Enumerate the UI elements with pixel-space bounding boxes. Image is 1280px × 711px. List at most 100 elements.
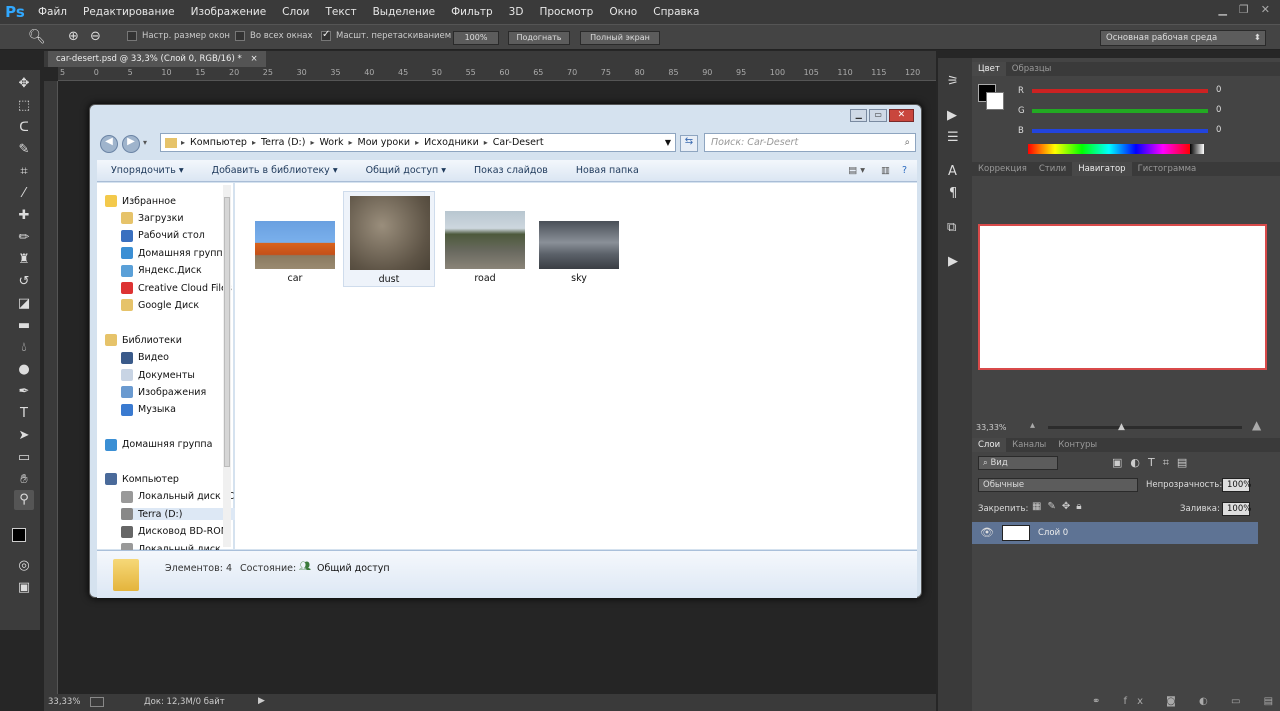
nav-item[interactable]: Видео (121, 351, 237, 364)
maximize-button[interactable]: ▭ (869, 109, 887, 122)
history-brush-icon[interactable]: ↺ (14, 272, 34, 292)
menu-item-6[interactable]: Фильтр (443, 0, 501, 24)
menu-item-8[interactable]: Просмотр (531, 0, 601, 24)
nav-item[interactable]: Локальный диск (C:) (121, 490, 237, 503)
dodge-tool-icon[interactable]: ● (14, 360, 34, 380)
zoom-tool-icon[interactable]: ⚲ (14, 490, 34, 510)
minimize-icon[interactable]: ▁ (1218, 3, 1226, 16)
minimize-button[interactable]: ▁ (850, 109, 868, 122)
nav-item[interactable]: Библиотеки (105, 334, 221, 347)
channel-slider[interactable] (1032, 89, 1208, 93)
share-icon[interactable] (90, 697, 104, 707)
visibility-eye-icon[interactable]: 👁︎ (980, 526, 994, 539)
marquee-tool-icon[interactable]: ⬚ (14, 96, 34, 116)
channel-value[interactable]: 0 (1212, 104, 1240, 118)
search-input[interactable]: Поиск: Car-Desert ⌕ (704, 133, 916, 152)
document-tab[interactable]: car-desert.psd @ 33,3% (Слой 0, RGB/16) … (48, 51, 266, 67)
quick-mask-icon[interactable]: ◎ (14, 556, 34, 576)
bg-color-swatch[interactable] (986, 92, 1004, 110)
tab-layers[interactable]: Слои (972, 438, 1007, 452)
actions-icon[interactable]: ▶ (947, 108, 957, 123)
menu-item-7[interactable]: 3D (501, 0, 532, 24)
paragraph-icon[interactable]: ¶ (949, 186, 957, 201)
back-button[interactable]: ◀ (100, 135, 118, 153)
address-dropdown-icon[interactable]: ▼ (661, 138, 675, 147)
nav-item[interactable]: Creative Cloud Files (121, 282, 237, 294)
navigator-preview[interactable] (978, 224, 1267, 370)
breadcrumb-item[interactable]: Work (314, 137, 348, 148)
tab-navigator[interactable]: Навигатор (1072, 162, 1132, 176)
nav-scrollbar[interactable] (223, 185, 231, 547)
blur-tool-icon[interactable]: 💧︎ (14, 338, 34, 358)
navigator-zoom-slider[interactable] (1048, 426, 1242, 429)
tab-styles[interactable]: Стили (1033, 162, 1072, 176)
eraser-tool-icon[interactable]: ◪ (14, 294, 34, 314)
menu-item-9[interactable]: Окно (601, 0, 645, 24)
character-icon[interactable]: A (948, 164, 957, 179)
navigator-slider-thumb-icon[interactable]: ▲ (1118, 422, 1125, 432)
nav-item[interactable]: Домашняя группа (121, 247, 237, 260)
nav-item[interactable]: Документы (121, 369, 237, 381)
breadcrumb-item[interactable]: Компьютер (185, 137, 252, 148)
stamp-tool-icon[interactable]: ♜ (14, 250, 34, 270)
file-item[interactable]: road (439, 191, 531, 287)
zoom-level[interactable]: 33,33% (48, 697, 80, 707)
nav-item[interactable]: Избранное (105, 195, 221, 207)
lasso-tool-icon[interactable]: ᑕ (14, 118, 34, 138)
layer-actions-icons[interactable]: ⚭ fx ◙ ◐ ▭ ▤ 🗑︎ (1092, 696, 1280, 707)
menu-item-2[interactable]: Изображение (183, 0, 275, 24)
recent-pages-icon[interactable]: ▾ (143, 138, 147, 147)
nav-item[interactable]: Рабочий стол (121, 229, 237, 242)
quick-select-tool-icon[interactable]: ✎ (14, 140, 34, 160)
command-button[interactable]: Новая папка (562, 165, 653, 176)
layer-filter-select[interactable]: ⌕ Вид (978, 456, 1058, 470)
shape-tool-icon[interactable]: ▭ (14, 448, 34, 468)
nav-item[interactable]: Музыка (121, 403, 237, 416)
zoom-in-small-icon[interactable]: ▲ (1252, 418, 1261, 432)
nav-item[interactable]: Google Диск (121, 299, 237, 312)
play-icon[interactable]: ▶ (948, 254, 958, 269)
zoom-100-button[interactable]: 100% (453, 31, 499, 45)
close-tab-icon[interactable]: × (250, 54, 257, 64)
resize-windows-checkbox[interactable]: Настр. размер окон (127, 31, 230, 41)
lock-icons[interactable]: ▦✎✥🔒︎ (1032, 501, 1088, 512)
channel-value[interactable]: 0 (1212, 124, 1240, 138)
close-icon[interactable]: ✕ (1261, 3, 1270, 16)
adjust-icon[interactable]: ☰ (947, 130, 959, 145)
command-button[interactable]: Показ слайдов (460, 165, 562, 176)
fill-field[interactable]: 100% (1222, 502, 1251, 516)
menu-item-10[interactable]: Справка (645, 0, 707, 24)
history-icon[interactable]: ⚞ (947, 74, 959, 89)
command-button[interactable]: Упорядочить ▾ (97, 165, 198, 176)
nav-item[interactable]: Загрузки (121, 212, 237, 225)
breadcrumb-item[interactable]: Car-Desert (488, 137, 549, 148)
screen-mode-icon[interactable]: ▣ (14, 578, 34, 598)
navigator-zoom[interactable]: 33,33% (976, 423, 1007, 432)
healing-brush-icon[interactable]: ✚ (14, 206, 34, 226)
full-screen-button[interactable]: Полный экран (580, 31, 660, 45)
tab-color[interactable]: Цвет (972, 62, 1006, 76)
menu-item-0[interactable]: Файл (30, 0, 75, 24)
nav-item[interactable]: Домашняя группа (105, 438, 221, 451)
breadcrumb-item[interactable]: Исходники (419, 137, 484, 148)
breadcrumb-item[interactable]: Terra (D:) (256, 137, 310, 148)
tab-paths[interactable]: Контуры (1052, 438, 1103, 452)
hand-tool-icon[interactable]: ✋︎ (14, 470, 34, 490)
scrubby-zoom-checkbox[interactable]: Масшт. перетаскиванием (321, 29, 451, 41)
eyedropper-tool-icon[interactable]: ⁄ (14, 184, 34, 204)
nav-item[interactable]: Яндекс.Диск (121, 264, 237, 277)
file-item[interactable]: car (249, 191, 341, 287)
layer-comps-icon[interactable]: ⧉ (947, 220, 956, 235)
menu-item-4[interactable]: Текст (317, 0, 364, 24)
tab-channels[interactable]: Каналы (1006, 438, 1052, 452)
address-bar[interactable]: ▸ Компьютер ▸ Terra (D:) ▸ Work ▸ Мои уроки ▸ Исх… (160, 133, 676, 152)
nav-item[interactable]: Изображения (121, 386, 237, 399)
channel-slider[interactable] (1032, 109, 1208, 113)
path-select-icon[interactable]: ➤ (14, 426, 34, 446)
command-button[interactable]: Добавить в библиотеку ▾ (198, 165, 352, 176)
tab-histogram[interactable]: Гистограмма (1132, 162, 1203, 176)
channel-slider[interactable] (1032, 129, 1208, 133)
fit-screen-button[interactable]: Подогнать (508, 31, 570, 45)
view-options-icon[interactable]: ▤ ▾ (840, 165, 873, 176)
workspace-select[interactable]: Основная рабочая среда ⬍ (1100, 30, 1266, 46)
